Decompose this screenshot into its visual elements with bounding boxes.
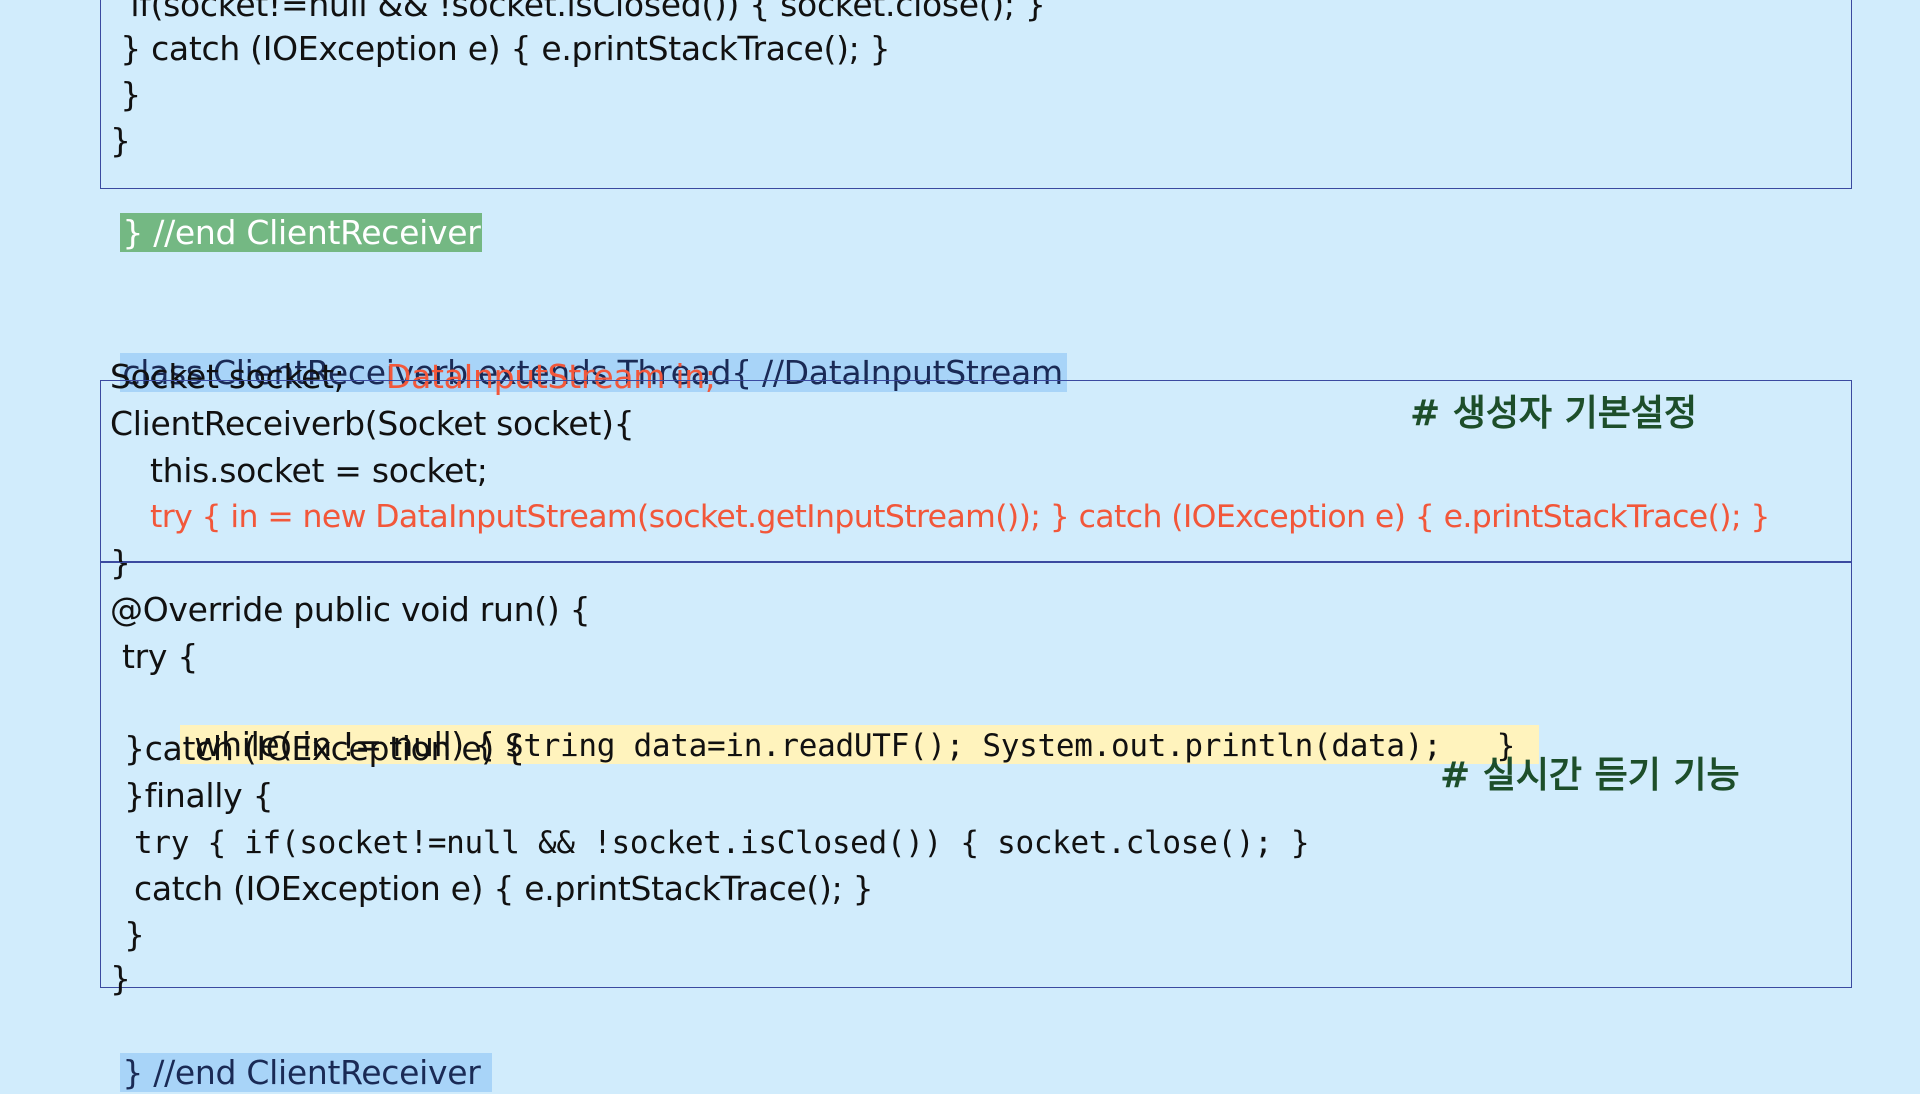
end-marker-bottom-text: } //end ClientReceiver [120,1053,493,1092]
while-body: String data=in.readUTF(); System.out.pri… [504,728,1515,764]
code-line-top-3: } [110,75,141,114]
run-close-2: } [110,959,131,998]
constructor-signature: ClientReceiverb(Socket socket){ [110,404,635,443]
code-line-top-1: if(socket!=null && !socket.isClosed()) {… [110,0,1046,24]
constructor-assign: this.socket = socket; [150,451,488,490]
run-close-1: } [124,915,145,954]
run-catch-line: }catch (IOException e) { [124,729,525,768]
end-marker-top: } //end ClientReceiver [100,170,483,254]
run-inner-try: try { if(socket!=null && !socket.isClose… [134,825,1310,861]
end-marker-bottom: } //end ClientReceiver [100,1010,493,1094]
run-finally-line: }finally { [124,776,274,815]
code-line-top-2: } catch (IOException e) { e.printStackTr… [110,29,891,68]
run-inner-catch: catch (IOException e) { e.printStackTrac… [134,869,874,908]
run-signature: @Override public void run() { [110,590,591,629]
code-line-top-4: } [110,121,131,160]
run-try-open: try { [122,637,199,676]
constructor-try-line: try { in = new DataInputStream(socket.ge… [150,499,1770,535]
run-note: # 실시간 듣기 기능 [1440,755,1740,796]
constructor-note: # 생성자 기본설정 [1410,393,1698,434]
end-marker-top-text: } //end ClientReceiver [120,213,483,252]
